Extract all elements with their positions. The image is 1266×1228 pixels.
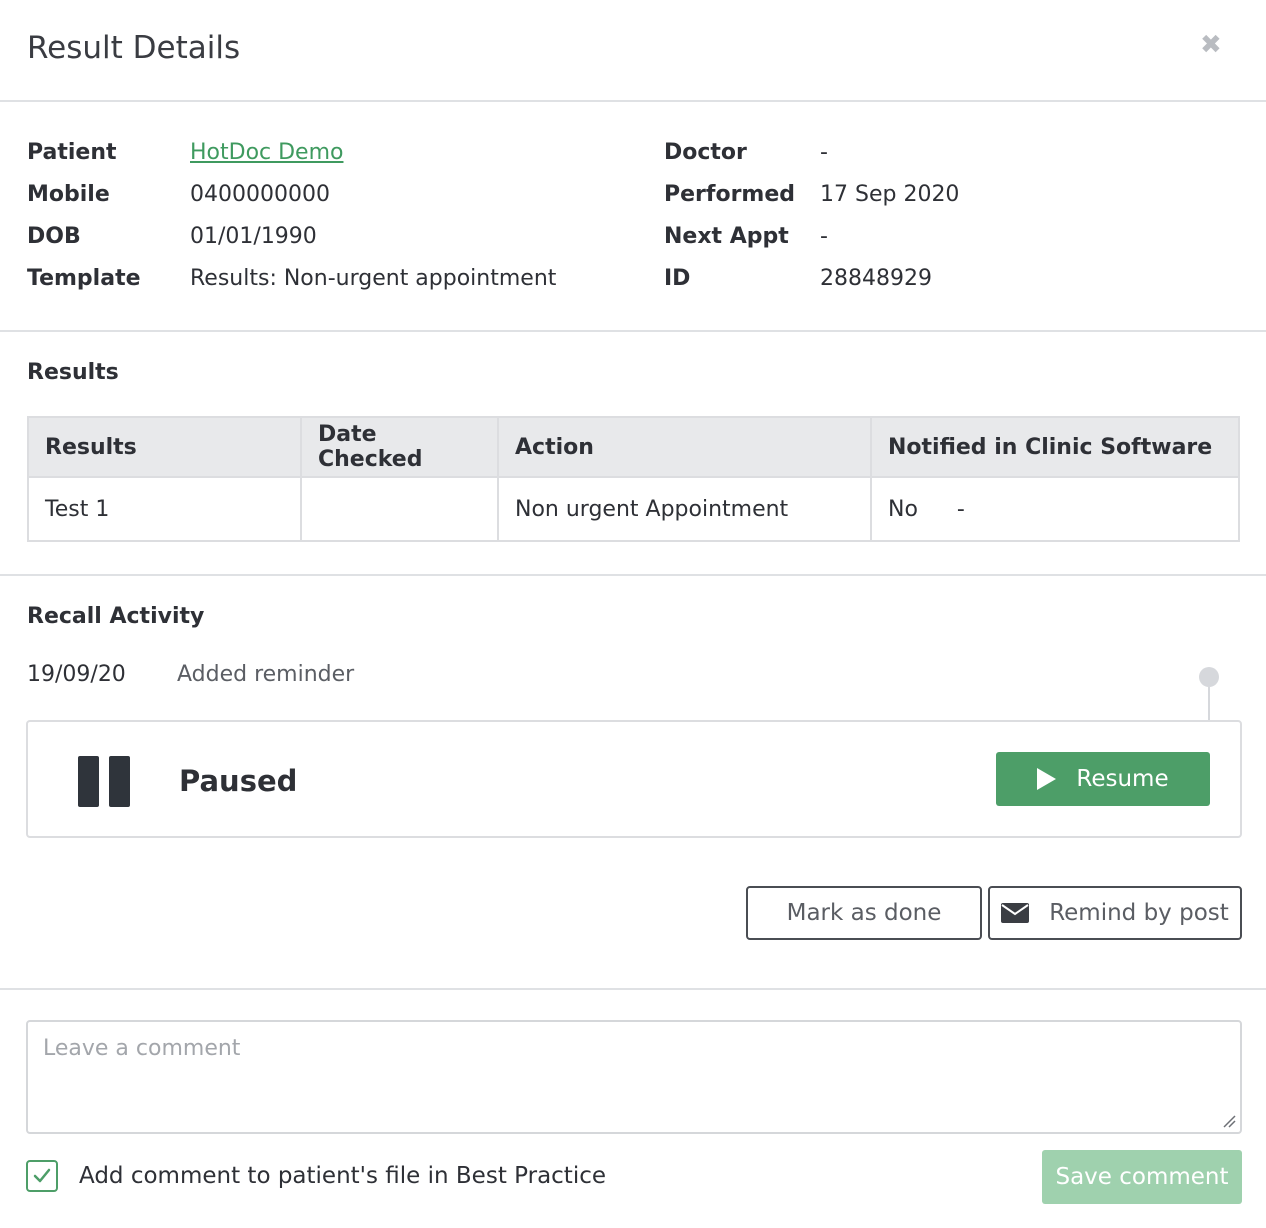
timeline-connector [1208, 687, 1210, 721]
play-icon [1037, 768, 1057, 790]
performed-label: Performed [664, 182, 796, 207]
template-value: Results: Non-urgent appointment [190, 266, 557, 291]
doctor-label: Doctor [664, 140, 747, 165]
timeline-dot [1199, 667, 1219, 687]
header-divider [0, 100, 1266, 102]
add-to-file-checkbox[interactable] [26, 1160, 58, 1192]
recall-status-panel: Paused Resume [26, 720, 1242, 838]
performed-value: 17 Sep 2020 [820, 182, 960, 207]
activity-text: Added reminder [177, 662, 355, 687]
envelope-icon [1001, 903, 1030, 923]
patient-label: Patient [27, 140, 117, 165]
recall-status-label: Paused [179, 764, 298, 798]
comment-input[interactable] [26, 1020, 1242, 1134]
recall-divider [0, 988, 1266, 990]
results-table: Results Date Checked Action Notified in … [27, 416, 1240, 542]
id-label: ID [664, 266, 691, 291]
remind-by-post-label: Remind by post [1049, 900, 1229, 926]
results-divider [0, 574, 1266, 576]
remind-by-post-button[interactable]: Remind by post [988, 886, 1242, 940]
dob-label: DOB [27, 224, 81, 249]
resize-grip-icon[interactable] [1222, 1114, 1236, 1128]
next-appt-label: Next Appt [664, 224, 789, 249]
notified-extra: - [956, 496, 965, 522]
save-comment-button[interactable]: Save comment [1042, 1150, 1242, 1204]
cell-notified: No - [870, 476, 1240, 542]
mobile-value: 0400000000 [190, 182, 330, 207]
col-header-date-checked: Date Checked [300, 416, 499, 478]
next-appt-value: - [820, 224, 828, 249]
cell-date-checked [300, 476, 499, 542]
results-table-header: Results Date Checked Action Notified in … [27, 416, 1240, 478]
cell-action: Non urgent Appointment [497, 476, 872, 542]
col-header-results: Results [27, 416, 302, 478]
mark-as-done-label: Mark as done [786, 900, 942, 926]
mark-as-done-button[interactable]: Mark as done [746, 886, 982, 940]
results-section-title: Results [27, 360, 119, 385]
table-row: Test 1 Non urgent Appointment No - [27, 476, 1240, 542]
doctor-value: - [820, 140, 828, 165]
close-icon[interactable]: ✖ [1200, 32, 1222, 58]
col-header-notified: Notified in Clinic Software [870, 416, 1240, 478]
activity-date: 19/09/20 [27, 662, 126, 687]
recall-section-title: Recall Activity [27, 604, 205, 629]
col-header-action: Action [497, 416, 872, 478]
dob-value: 01/01/1990 [190, 224, 317, 249]
patient-name-link[interactable]: HotDoc Demo [190, 140, 343, 165]
template-label: Template [27, 266, 141, 291]
save-comment-label: Save comment [1055, 1164, 1229, 1190]
add-to-file-label: Add comment to patient's file in Best Pr… [79, 1163, 607, 1189]
checkmark-icon [33, 1168, 51, 1183]
dialog-title: Result Details [27, 30, 241, 66]
notified-value: No [888, 496, 918, 522]
details-divider [0, 330, 1266, 332]
mobile-label: Mobile [27, 182, 110, 207]
cell-result: Test 1 [27, 476, 302, 542]
id-value: 28848929 [820, 266, 932, 291]
resume-button[interactable]: Resume [996, 752, 1210, 806]
resume-button-label: Resume [1076, 766, 1169, 792]
